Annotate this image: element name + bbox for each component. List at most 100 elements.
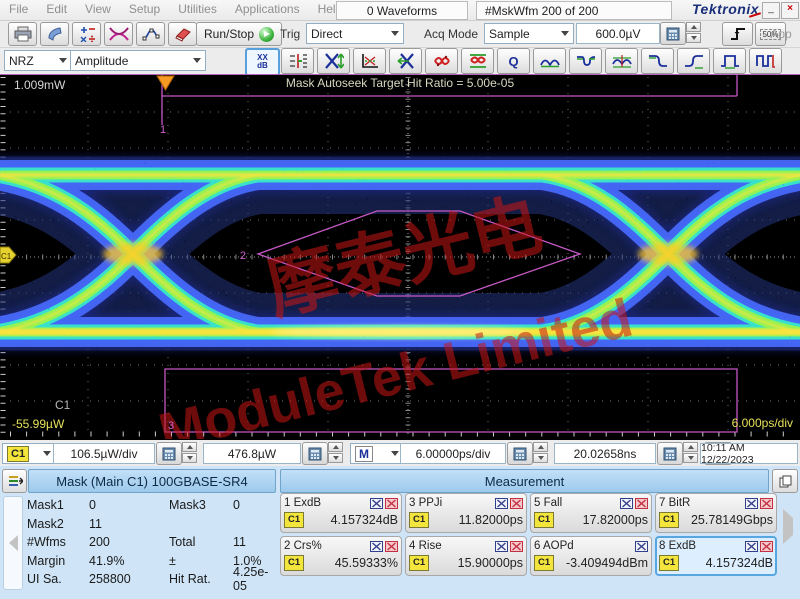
mask-plot-button[interactable] xyxy=(353,48,386,74)
nrz-bits-button[interactable] xyxy=(749,48,782,74)
horizontal-position-field[interactable]: 20.02658ns xyxy=(554,443,656,464)
menu-view[interactable]: View xyxy=(76,0,120,16)
menu-applications[interactable]: Applications xyxy=(226,0,309,16)
main-toolbar: Run/Stop Trig Direct Acq Mode Sample 600… xyxy=(0,20,800,48)
measurement-cell-2-crs[interactable]: 2 Crs% C1 45.59333% xyxy=(280,536,402,576)
stat-value: 0 xyxy=(89,498,96,513)
duplicate-view-button[interactable] xyxy=(772,469,798,493)
vertical-offset-field[interactable]: 476.8µW xyxy=(203,443,301,464)
horizontal-scale-spinner[interactable] xyxy=(533,442,548,463)
horizontal-scale-keypad[interactable] xyxy=(507,442,533,465)
mask-eye-icon xyxy=(495,540,508,552)
mask-hits-red-icon xyxy=(510,497,523,509)
duplicate-icon xyxy=(779,475,791,487)
measurement-cell-6-aopd[interactable]: 6 AOPd C1 -3.409494dBm xyxy=(530,536,652,576)
menu-file[interactable]: File xyxy=(0,0,37,16)
falling-edge-button[interactable] xyxy=(641,48,674,74)
mask-hits-lines-button[interactable] xyxy=(461,48,494,74)
spin-up-icon[interactable] xyxy=(686,22,701,32)
autoset-marks-button[interactable] xyxy=(281,48,314,74)
chevron-down-icon xyxy=(59,58,67,63)
trigger-source-select[interactable]: Direct xyxy=(306,23,404,44)
eye-wave-ticks-button[interactable] xyxy=(605,48,638,74)
timebase-select[interactable]: M xyxy=(350,443,404,464)
channel-select[interactable]: C1 xyxy=(2,443,56,464)
results-panel: Mask (Main C1) 100GBASE-SR4 Measurement … xyxy=(0,466,800,599)
horizontal-position-keypad[interactable] xyxy=(657,442,683,465)
edge-trigger-button[interactable] xyxy=(722,22,753,46)
rising-pulse-button[interactable] xyxy=(677,48,710,74)
eye-wave-button[interactable] xyxy=(533,48,566,74)
chevron-down-icon xyxy=(193,58,201,63)
chevron-down-icon xyxy=(391,451,399,456)
stat-label: Hit Rat. xyxy=(169,572,211,587)
mask-db-button[interactable]: XX dB xyxy=(245,48,280,76)
horizontal-position-spinner[interactable] xyxy=(683,442,698,463)
clipboard-button[interactable] xyxy=(40,22,69,46)
measurement-name: 6 AOPd xyxy=(534,540,574,552)
measure-category-select[interactable]: Amplitude xyxy=(70,50,206,71)
trigger-level-field[interactable]: 600.0µV xyxy=(576,23,660,44)
autoseek-readout: Mask Autoseek Target Hit Ratio = 5.00e-0… xyxy=(286,76,515,90)
calculator-icon xyxy=(663,447,677,460)
menu-utilities[interactable]: Utilities xyxy=(169,0,226,16)
stat-value: 11 xyxy=(233,535,246,550)
mask-test-button[interactable] xyxy=(104,22,133,46)
mask-eye-icon xyxy=(495,497,508,509)
vertical-scale-keypad[interactable] xyxy=(156,442,182,465)
stat-value: 41.9% xyxy=(89,553,125,568)
measurement-panel-header[interactable]: Measurement xyxy=(280,469,769,493)
measurement-cell-3-ppji[interactable]: 3 PPJi C1 11.82000ps xyxy=(405,493,527,533)
calculator-icon xyxy=(513,447,527,460)
pulse-top-button[interactable] xyxy=(713,48,746,74)
menu-setup[interactable]: Setup xyxy=(120,0,169,16)
channel-label: C1 xyxy=(55,398,71,412)
trig-label: Trig xyxy=(280,27,301,41)
waveform-database-button[interactable] xyxy=(136,22,165,46)
measurement-cell-icons xyxy=(495,540,523,552)
measurement-scroll-right[interactable] xyxy=(783,509,793,544)
measurement-cell-4-rise[interactable]: 4 Rise C1 15.90000ps xyxy=(405,536,527,576)
vertical-offset-spinner[interactable] xyxy=(328,442,343,463)
horizontal-scale-field[interactable]: 6.00000ps/div xyxy=(400,443,506,464)
scale-control-row: C1 106.5µW/div 476.8µW M 6.00000ps/div 2… xyxy=(0,440,800,466)
keypad-button[interactable] xyxy=(660,22,686,45)
mask-panel-scroll-left[interactable] xyxy=(3,496,23,590)
graticule: 摩泰光电 ModuleTek Limited 1.009mW Mask Auto… xyxy=(0,74,800,463)
measurement-cell-5-fall[interactable]: 5 Fall C1 17.82000ps xyxy=(530,493,652,533)
print-button[interactable] xyxy=(8,22,37,46)
close-button[interactable]: × xyxy=(781,2,799,19)
app-button[interactable]: App xyxy=(764,24,798,44)
falling-edge-icon xyxy=(648,55,667,67)
measurement-cell-8-exdb[interactable]: 8 ExdB C1 4.157324dB xyxy=(655,536,777,576)
mask-vertical-button[interactable] xyxy=(317,48,350,74)
menu-edit[interactable]: Edit xyxy=(37,0,76,16)
acq-mode-label: Acq Mode xyxy=(424,27,479,41)
spin-down-icon[interactable] xyxy=(686,33,701,43)
signal-type-select[interactable]: NRZ xyxy=(4,50,72,71)
run-stop-button[interactable]: Run/Stop xyxy=(196,22,283,46)
pulse-negative-button[interactable] xyxy=(569,48,602,74)
minimize-button[interactable]: _ xyxy=(762,2,780,19)
vertical-offset-keypad[interactable] xyxy=(302,442,328,465)
eraser-button[interactable] xyxy=(168,22,197,46)
measurement-cells: 1 ExdB C1 4.157324dB 3 PPJi C1 11.82000ps 5 Fa… xyxy=(280,493,777,576)
calculator-icon xyxy=(162,447,176,460)
mask-left-button[interactable] xyxy=(389,48,422,74)
measurement-cell-1-exdb[interactable]: 1 ExdB C1 4.157324dB xyxy=(280,493,402,533)
math-button[interactable] xyxy=(72,22,101,46)
waveform-list-button[interactable] xyxy=(2,469,27,493)
measurement-cell-7-bitr[interactable]: 7 BitR C1 25.78149Gbps xyxy=(655,493,777,533)
measurement-name: 5 Fall xyxy=(534,497,563,509)
stat-value: 0 xyxy=(233,498,240,513)
measurement-name: 1 ExdB xyxy=(284,497,322,509)
acq-mode-select[interactable]: Sample xyxy=(484,23,574,44)
mask-panel-header[interactable]: Mask (Main C1) 100GBASE-SR4 xyxy=(28,469,276,493)
vertical-scale-field[interactable]: 106.5µW/div xyxy=(53,443,155,464)
mask-eye-icon xyxy=(745,540,758,552)
mask-hits-button[interactable] xyxy=(425,48,458,74)
q-factor-button[interactable]: Q xyxy=(497,48,530,74)
vertical-scale-spinner[interactable] xyxy=(182,442,197,463)
trigger-level-spinner[interactable] xyxy=(686,22,701,43)
stat-label: ± xyxy=(169,553,176,568)
